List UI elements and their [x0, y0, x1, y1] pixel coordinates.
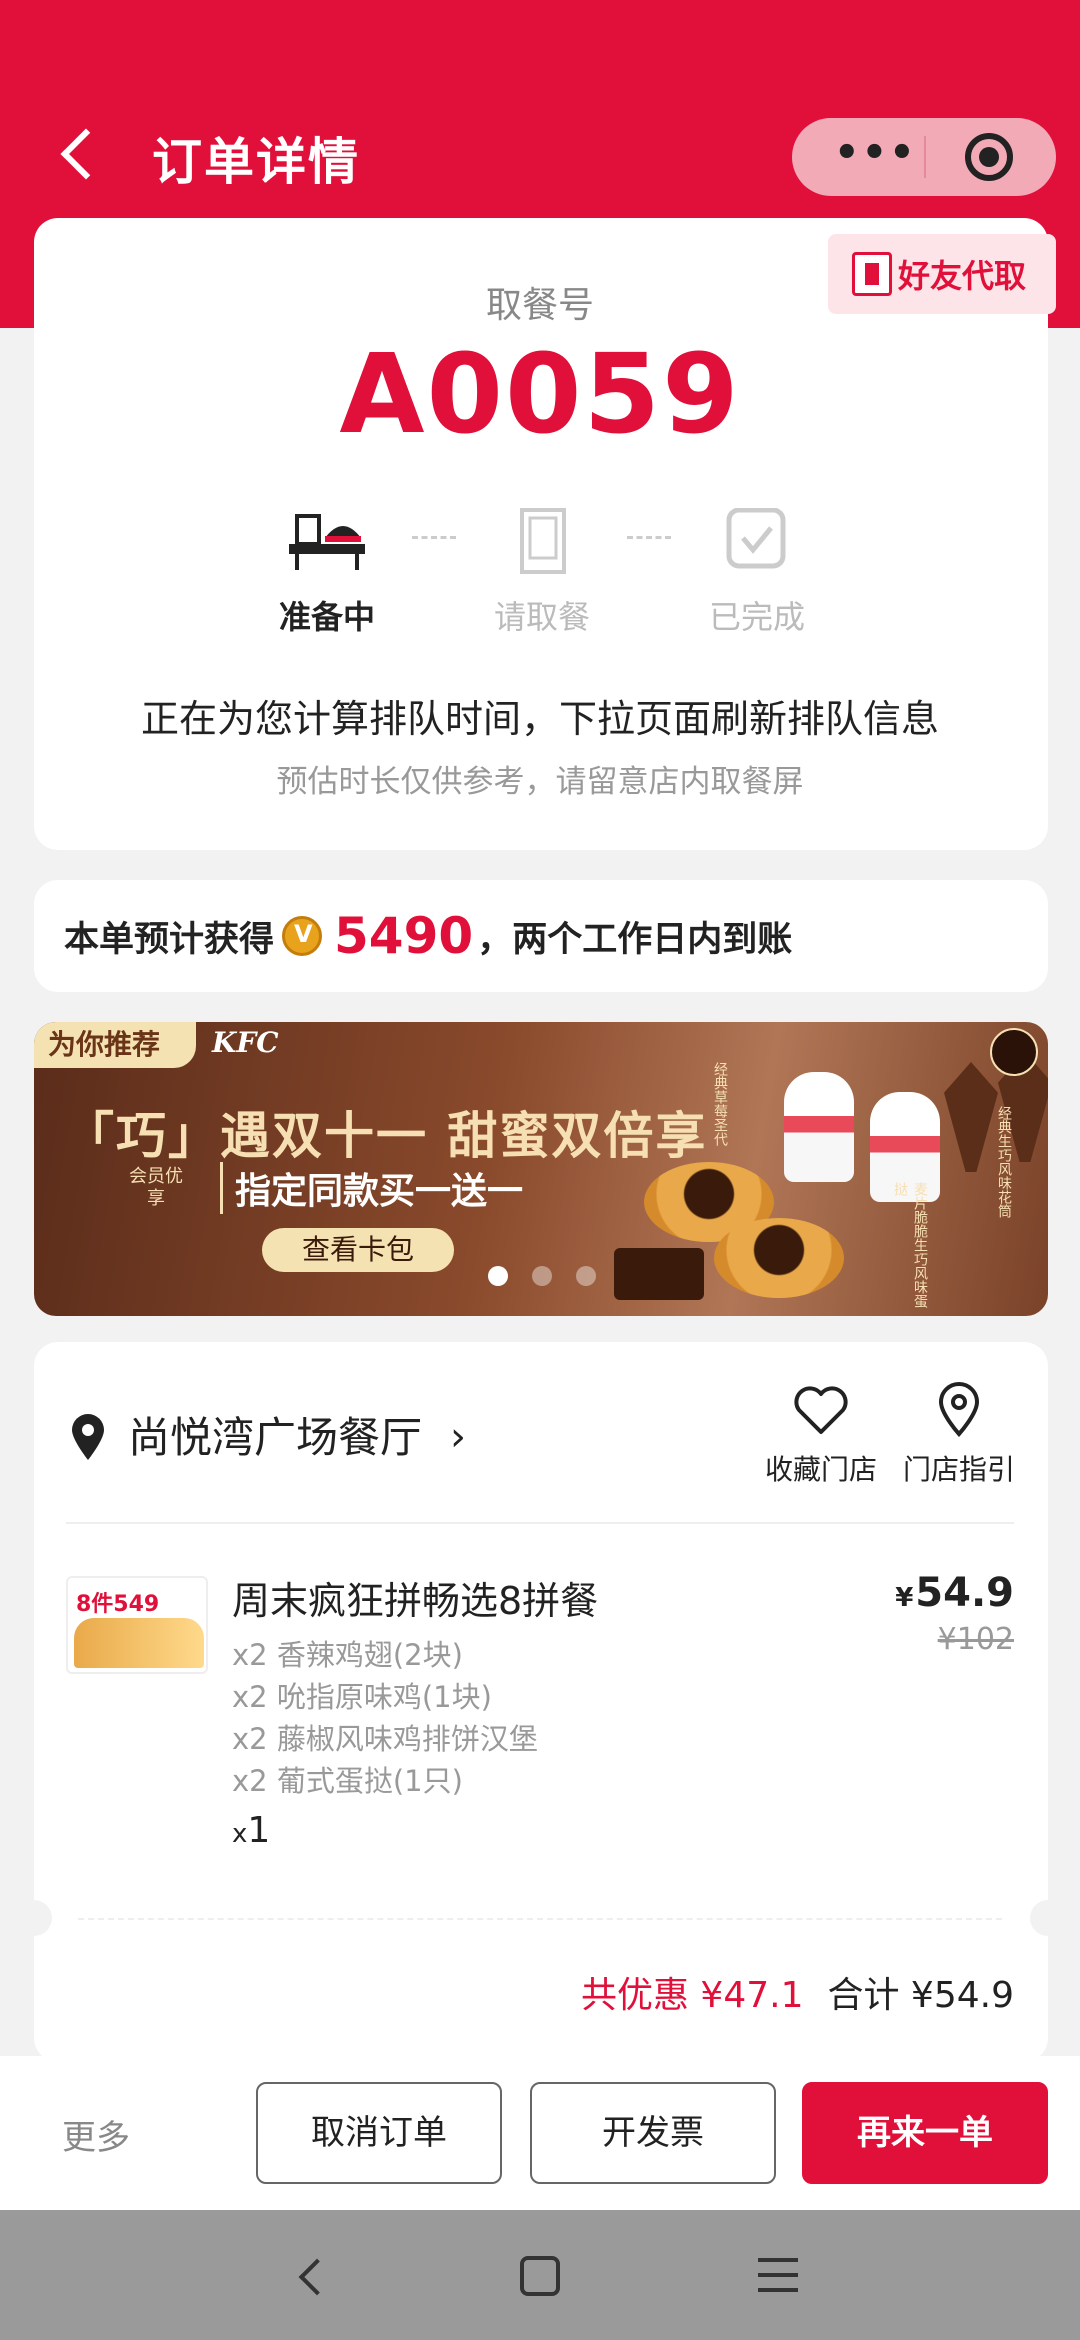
points-prefix: 本单预计获得 — [64, 919, 275, 960]
ticket-notch — [1030, 1900, 1066, 1936]
banner-dot — [576, 1266, 596, 1286]
system-back-icon[interactable] — [290, 2254, 330, 2300]
step-connector — [412, 536, 456, 539]
heart-icon — [794, 1386, 848, 1434]
recommend-tag: 为你推荐 — [34, 1022, 196, 1068]
meal-price: ¥54.9 — [895, 1570, 1014, 1616]
thumb-text: 8件549 — [76, 1592, 160, 1617]
order-total-row: 共优惠 ¥47.1 合计 ¥54.9 — [581, 1966, 1014, 2018]
divider — [66, 1522, 1014, 1524]
store-guide-label: 门店指引 — [902, 1453, 1015, 1486]
dashed-divider — [78, 1918, 1002, 1920]
pickup-number-label: 取餐号 — [485, 285, 594, 326]
total-amount: 合计 ¥54.9 — [827, 1975, 1014, 2016]
queue-status-text: 正在为您计算排队时间，下拉页面刷新排队信息 — [140, 697, 939, 741]
banner-product-label: 经典生巧风味花筒 — [996, 1106, 1012, 1218]
cone-image — [944, 1062, 998, 1172]
system-home-icon[interactable] — [520, 2256, 560, 2296]
step-label: 请取餐 — [493, 598, 590, 636]
kfc-bag-icon — [500, 508, 584, 578]
meal-thumbnail: 8件549 — [66, 1576, 208, 1674]
meal-price-value: 54.9 — [915, 1570, 1014, 1616]
cancel-order-button[interactable]: 取消订单 — [256, 2082, 502, 2184]
pickup-number: A0059 — [339, 330, 741, 458]
banner-vip-label: 会员优享 — [129, 1166, 183, 1209]
quantity-value: 1 — [247, 1810, 271, 1851]
more-button[interactable]: 更多 — [62, 2110, 130, 2159]
page-title: 订单详情 — [152, 133, 360, 191]
chocolate-image — [614, 1248, 704, 1300]
location-pin-icon — [938, 1382, 980, 1437]
step-ready: 请取餐 — [462, 508, 622, 638]
system-menu-icon[interactable] — [758, 2258, 798, 2294]
store-name[interactable]: 尚悦湾广场餐厅 — [128, 1404, 422, 1465]
points-value: 5490 — [334, 907, 474, 965]
miniprogram-capsule: ••• — [792, 118, 1056, 196]
tray-burger-icon — [285, 508, 369, 578]
banner-product-label: 经典草莓圣代 — [712, 1062, 728, 1146]
chevron-right-icon[interactable]: › — [450, 1414, 466, 1460]
step-label: 已完成 — [708, 598, 805, 636]
capsule-divider — [924, 136, 926, 178]
banner-product-label: 麦片脆脆生巧风味蛋挞 — [892, 1182, 928, 1308]
tart-image — [714, 1218, 844, 1298]
kfc-logo: KFC — [212, 1026, 279, 1059]
original-price: ¥102 — [937, 1622, 1014, 1657]
step-preparing: 准备中 — [247, 508, 407, 638]
step-connector — [627, 536, 671, 539]
step-completed: 已完成 — [677, 507, 837, 638]
banner-dot — [488, 1266, 508, 1286]
check-box-icon — [715, 507, 799, 578]
banner-offer: 指定同款买一送一 — [220, 1162, 523, 1214]
more-dots-icon[interactable]: ••• — [834, 133, 924, 176]
burger-image — [74, 1618, 204, 1668]
favorite-store-button[interactable]: 收藏门店 — [756, 1382, 886, 1488]
meal-contents: x2 香辣鸡翅(2块) x2 吮指原味鸡(1块) x2 藤椒风味鸡排饼汉堡 x2… — [232, 1634, 538, 1802]
promo-banner[interactable]: 为你推荐 KFC 「巧」遇双十一 甜蜜双倍享 会员优享 指定同款买一送一 查看卡… — [34, 1022, 1048, 1316]
seal-badge — [990, 1028, 1038, 1076]
step-label: 准备中 — [278, 598, 375, 636]
meal-content-item: x2 藤椒风味鸡排饼汉堡 — [232, 1722, 538, 1756]
currency-symbol: ¥ — [895, 1583, 914, 1613]
v-coin-icon — [282, 916, 323, 956]
sundae-image — [784, 1072, 854, 1182]
banner-pagination — [488, 1266, 596, 1286]
meal-content-item: x2 吮指原味鸡(1块) — [232, 1680, 492, 1714]
points-suffix: ，两个工作日内到账 — [477, 919, 793, 960]
banner-headline: 「巧」遇双十一 甜蜜双倍享 — [64, 1106, 708, 1165]
store-guide-button[interactable]: 门店指引 — [894, 1382, 1024, 1488]
view-card-wallet-button[interactable]: 查看卡包 — [262, 1228, 454, 1272]
meal-quantity: x1 — [232, 1810, 270, 1851]
reorder-button[interactable]: 再来一单 — [802, 2082, 1048, 2184]
invoice-button[interactable]: 开发票 — [530, 2082, 776, 2184]
quantity-prefix: x — [232, 1819, 248, 1849]
meal-content-item: x2 葡式蛋挞(1只) — [232, 1764, 463, 1798]
discount-amount: 共优惠 ¥47.1 — [580, 1975, 804, 2016]
meal-content-item: x2 香辣鸡翅(2块) — [232, 1638, 463, 1672]
location-pin-icon — [68, 1412, 108, 1462]
back-icon[interactable] — [50, 120, 110, 190]
points-card: 本单预计获得 5490 ，两个工作日内到账 — [34, 880, 1048, 992]
meal-name: 周末疯狂拼畅选8拼餐 — [232, 1579, 599, 1623]
banner-dot — [532, 1266, 552, 1286]
queue-hint-text: 预估时长仅供参考，请留意店内取餐屏 — [276, 764, 804, 800]
ticket-notch — [16, 1900, 52, 1936]
favorite-store-label: 收藏门店 — [764, 1453, 877, 1486]
close-miniprogram-icon[interactable] — [965, 133, 1013, 181]
